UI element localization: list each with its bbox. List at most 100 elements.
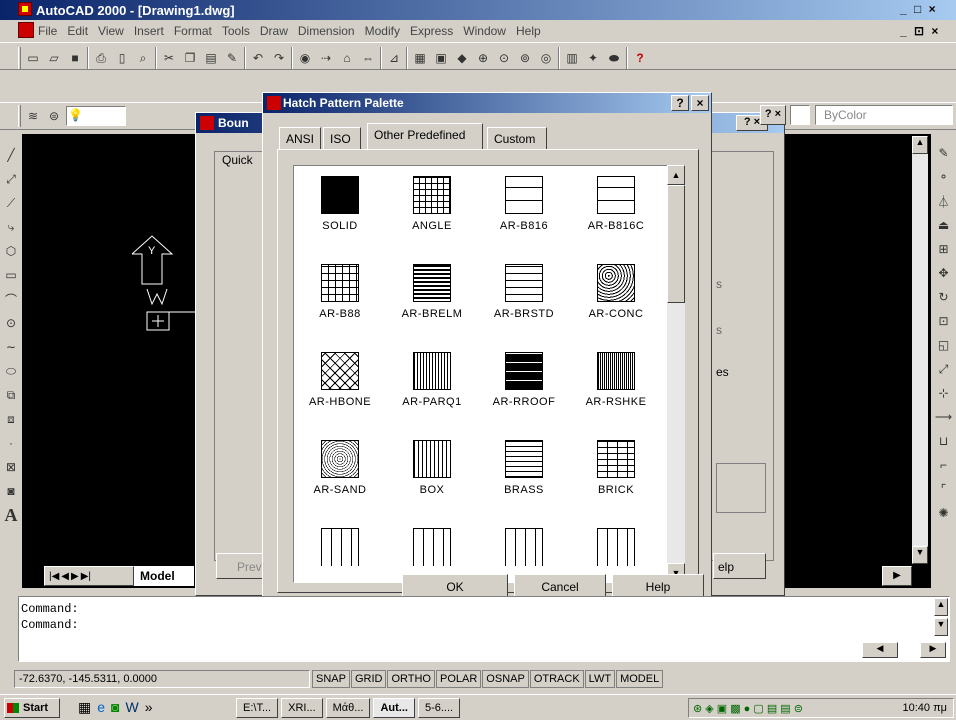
tab-ansi[interactable]: ANSI [279, 127, 321, 149]
point-icon[interactable]: · [1, 432, 21, 454]
taskbar-item[interactable]: XRI... [281, 698, 323, 718]
toggle-ortho[interactable]: ORTHO [387, 670, 435, 688]
word-icon[interactable]: W [126, 699, 139, 716]
palette-help-button[interactable]: ? [671, 95, 689, 111]
last-tab-icon[interactable]: ▶| [81, 571, 91, 582]
polyline-icon[interactable]: ⟋ [1, 192, 21, 214]
zoom-extents-icon[interactable]: ◎ [537, 49, 555, 67]
command-scroll-up[interactable]: ▲ [934, 598, 948, 616]
redo-icon[interactable]: ↷ [270, 49, 288, 67]
clock[interactable]: 10:40 πμ [902, 702, 947, 714]
layout-tab-nav[interactable]: |◀ ◀ ▶ ▶| [44, 566, 134, 586]
pattern-ar-conc[interactable]: AR-CONC [570, 258, 662, 346]
array-icon[interactable]: ⊞ [934, 238, 954, 260]
distance-icon[interactable]: ⇔ [359, 49, 377, 67]
pan-icon[interactable]: ◆ [453, 49, 471, 67]
copy-object-icon[interactable]: ⚬ [934, 166, 954, 188]
internet-explorer-icon[interactable]: e [97, 699, 105, 716]
toolbar-grip[interactable] [18, 47, 21, 69]
menu-insert[interactable]: Insert [134, 24, 164, 38]
pattern-ar-b816[interactable]: AR-B816 [478, 170, 570, 258]
scroll-up-button[interactable]: ▲ [912, 136, 928, 154]
toggle-model[interactable]: MODEL [616, 670, 664, 688]
pattern-ar-b88[interactable]: AR-B88 [294, 258, 386, 346]
copy-icon[interactable]: ❐ [181, 49, 199, 67]
open-icon[interactable]: ▱ [45, 49, 63, 67]
taskbar-item[interactable]: E:\T... [236, 698, 279, 718]
taskbar-item[interactable]: 5-6.... [417, 698, 461, 718]
pattern-partial[interactable] [294, 522, 386, 582]
tab-custom[interactable]: Custom [487, 127, 547, 149]
menu-dimension[interactable]: Dimension [298, 24, 355, 38]
pattern-ar-brelm[interactable]: AR-BRELM [386, 258, 478, 346]
taskbar-item[interactable]: Aut... [373, 698, 415, 718]
save-icon[interactable]: ■ [66, 49, 84, 67]
next-tab-icon[interactable]: ▶ [71, 571, 79, 582]
redraw-icon[interactable]: ⊿ [385, 49, 403, 67]
tab-model[interactable]: Model [134, 566, 194, 586]
tab-iso[interactable]: ISO [323, 127, 361, 149]
color-dropdown[interactable]: ByColor [815, 105, 953, 125]
hatch-icon[interactable]: ⊠ [1, 456, 21, 478]
back-dialog-help-close[interactable]: ? × [760, 105, 786, 125]
toggle-snap[interactable]: SNAP [312, 670, 350, 688]
pattern-brass[interactable]: BRASS [478, 434, 570, 522]
menu-edit[interactable]: Edit [67, 24, 88, 38]
scale-icon[interactable]: ⊡ [934, 310, 954, 332]
polygon-icon[interactable]: ⤷ [1, 216, 21, 238]
pattern-ar-sand[interactable]: AR-SAND [294, 434, 386, 522]
first-tab-icon[interactable]: |◀ [49, 571, 59, 582]
pattern-angle[interactable]: ANGLE [386, 170, 478, 258]
line-icon[interactable]: ╱ [1, 144, 21, 166]
menu-modify[interactable]: Modify [365, 24, 400, 38]
ucs-icon[interactable]: ⌂ [338, 49, 356, 67]
menu-format[interactable]: Format [174, 24, 212, 38]
pattern-ar-parq1[interactable]: AR-PARQ1 [386, 346, 478, 434]
cut-icon[interactable]: ✂ [160, 49, 178, 67]
zoom-realtime-icon[interactable]: ⊕ [474, 49, 492, 67]
help-icon[interactable]: ? [631, 49, 649, 67]
undo-icon[interactable]: ↶ [249, 49, 267, 67]
zoom-previous-icon[interactable]: ⊚ [516, 49, 534, 67]
find-icon[interactable]: ⌕ [134, 49, 152, 67]
toggle-osnap[interactable]: OSNAP [482, 670, 529, 688]
vertical-scrollbar[interactable] [912, 154, 928, 546]
taskbar-item[interactable]: Μάθ... [325, 698, 371, 718]
menu-help[interactable]: Help [516, 24, 541, 38]
named-views-icon[interactable]: ▦ [411, 49, 429, 67]
palette-scroll-thumb[interactable] [667, 185, 685, 303]
hyperlink-icon[interactable]: ◉ [296, 49, 314, 67]
stretch-icon[interactable]: ◱ [934, 334, 954, 356]
circle-icon[interactable]: ⊙ [1, 312, 21, 334]
menu-window[interactable]: Window [463, 24, 506, 38]
menu-view[interactable]: View [98, 24, 124, 38]
make-layer-current-icon[interactable]: ≋ [24, 107, 42, 125]
layer-dropdown[interactable]: 💡 [66, 106, 126, 126]
mdi-window-controls[interactable]: _ ⊡ × [900, 24, 940, 38]
circle-arc-icon[interactable]: ⌒ [1, 288, 21, 310]
pattern-ar-b816c[interactable]: AR-B816C [570, 170, 662, 258]
offset-icon[interactable]: ⏏ [934, 214, 954, 236]
rotate-icon[interactable]: ↻ [934, 286, 954, 308]
chamfer-icon[interactable]: ⌐ [934, 454, 954, 476]
command-scroll-left[interactable]: ◀ [862, 642, 898, 658]
erase-icon[interactable]: ✎ [934, 142, 954, 164]
dbconnect-icon[interactable]: ⬬ [605, 49, 623, 67]
menu-file[interactable]: File [38, 24, 57, 38]
fillet-icon[interactable]: ⌜ [934, 478, 954, 500]
color-dropdown-arrow[interactable] [790, 105, 810, 125]
region-icon[interactable]: ◙ [1, 480, 21, 502]
command-window[interactable]: Command: Command: [18, 596, 950, 662]
make-block-icon[interactable]: ⧈ [1, 408, 21, 430]
coordinates-display[interactable]: -72.6370, -145.5311, 0.0000 [14, 670, 310, 688]
horizontal-scroll-right[interactable]: ▶ [882, 566, 912, 586]
mirror-icon[interactable]: ⏃ [934, 190, 954, 212]
extend-icon[interactable]: ⟶ [934, 406, 954, 428]
lengthen-icon[interactable]: ⤢ [934, 358, 954, 380]
drawing-doc-icon[interactable] [18, 22, 34, 38]
command-scroll-right[interactable]: ▶ [920, 642, 946, 658]
pattern-brick[interactable]: BRICK [570, 434, 662, 522]
tab-other-predefined[interactable]: Other Predefined [367, 123, 483, 149]
layers-icon[interactable]: ⊜ [45, 107, 63, 125]
design-center-icon[interactable]: ✦ [584, 49, 602, 67]
